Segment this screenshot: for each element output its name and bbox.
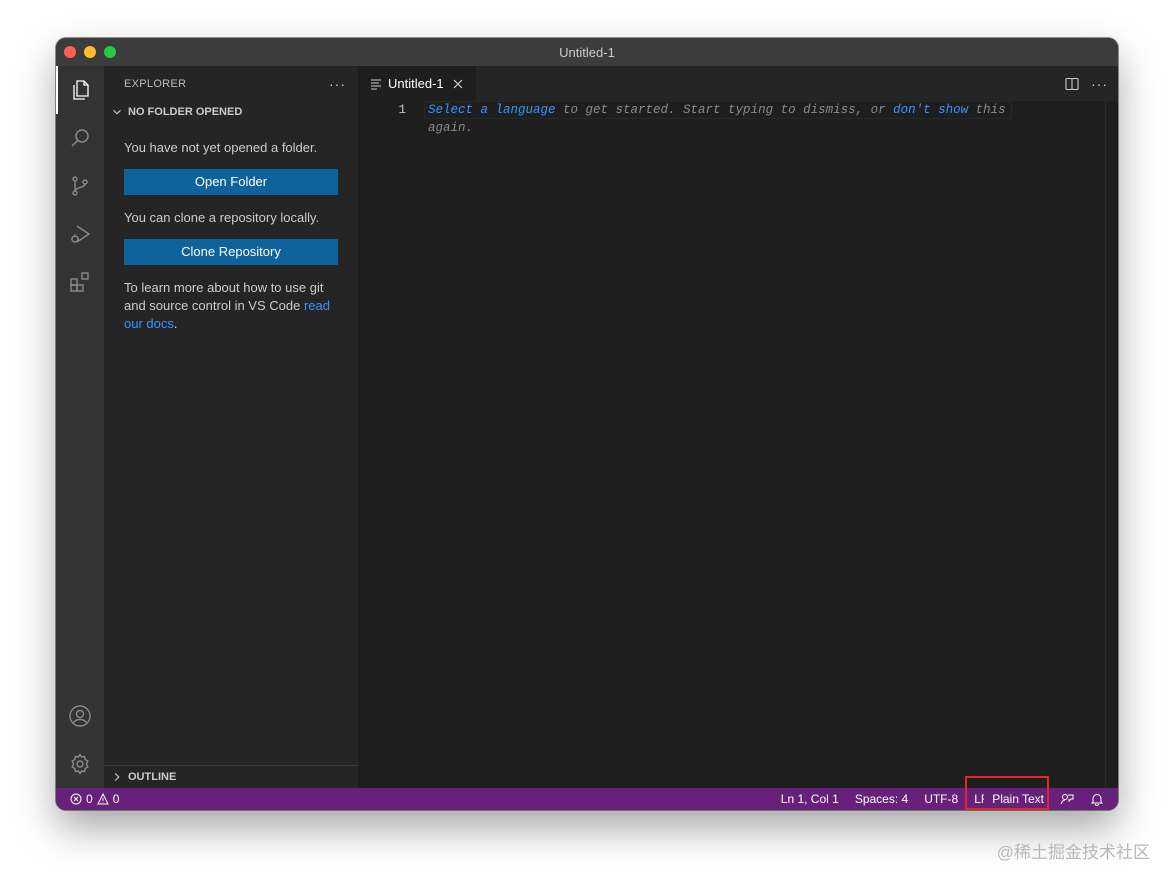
end-of-line[interactable]: LF (966, 788, 984, 810)
language-label: Plain Text (992, 792, 1044, 806)
search-icon[interactable] (56, 114, 104, 162)
cursor-position[interactable]: Ln 1, Col 1 (773, 788, 847, 810)
more-actions-icon[interactable]: ··· (329, 76, 346, 92)
title-bar: Untitled-1 (56, 38, 1118, 66)
section-title: NO FOLDER OPENED (128, 106, 243, 118)
vscode-window: Untitled-1 EXPLORER ··· NO FOLDER OPENED… (56, 38, 1118, 810)
outline-section-header[interactable]: OUTLINE (104, 765, 358, 788)
warning-icon (96, 793, 109, 805)
problems-indicator[interactable]: 0 0 (56, 792, 119, 806)
learn-more-label: To learn more about how to use git and s… (124, 280, 324, 313)
indentation[interactable]: Spaces: 4 (847, 788, 916, 810)
error-icon (70, 793, 82, 805)
more-actions-icon[interactable]: ··· (1091, 76, 1108, 92)
minimize-window-button[interactable] (84, 46, 96, 58)
activity-bar (56, 66, 104, 788)
manage-gear-icon[interactable] (56, 740, 104, 788)
watermark: @稀土掘金技术社区 (996, 843, 1150, 862)
explorer-icon[interactable] (56, 66, 104, 114)
language-mode[interactable]: Plain Text (965, 776, 1052, 810)
clone-text: You can clone a repository locally. (124, 210, 320, 225)
window-title: Untitled-1 (559, 44, 615, 60)
tab-bar: Untitled-1 ··· (358, 66, 1118, 101)
no-folder-text: You have not yet opened a folder. (124, 140, 318, 155)
learn-more-text: To learn more about how to use git and s… (124, 279, 338, 333)
status-bar: 0 0 Ln 1, Col 1 Spaces: 4 UTF-8 LF Plain… (56, 776, 1118, 810)
zoom-window-button[interactable] (104, 46, 116, 58)
no-folder-section-header[interactable]: NO FOLDER OPENED (104, 101, 358, 123)
editor-actions: ··· (1065, 66, 1108, 101)
sidebar-title: EXPLORER (124, 77, 187, 90)
language-hint: Select a language to get started. Start … (428, 101, 1008, 137)
error-count: 0 (86, 792, 93, 806)
dont-show-link[interactable]: don't show (893, 103, 968, 117)
run-debug-icon[interactable] (56, 210, 104, 258)
sidebar-header: EXPLORER ··· (104, 66, 358, 101)
line-number: 1 (398, 103, 406, 117)
editor-area: Untitled-1 ··· 1 Select a language to ge… (358, 66, 1118, 788)
split-editor-icon[interactable] (1065, 77, 1079, 91)
close-window-button[interactable] (64, 46, 76, 58)
warning-count: 0 (112, 792, 120, 806)
clone-repository-button[interactable]: Clone Repository (124, 239, 338, 265)
learn-more-end: . (173, 316, 178, 331)
outline-title: OUTLINE (128, 771, 177, 783)
select-language-link[interactable]: Select a language (428, 103, 556, 117)
status-right: Ln 1, Col 1 Spaces: 4 UTF-8 LF Plain Tex… (773, 776, 1118, 810)
chevron-down-icon (113, 109, 121, 115)
window-controls (64, 46, 116, 58)
explorer-sidebar: EXPLORER ··· NO FOLDER OPENED You have n… (104, 66, 358, 788)
account-icon[interactable] (56, 692, 104, 740)
feedback-icon[interactable] (1052, 788, 1082, 810)
scrollbar-track[interactable] (1105, 101, 1106, 788)
tab-untitled-1[interactable]: Untitled-1 (358, 66, 476, 101)
no-folder-view: You have not yet opened a folder. Open F… (104, 123, 358, 333)
code-editor[interactable]: 1 Select a language to get started. Star… (358, 101, 1118, 788)
notifications-bell-icon[interactable] (1082, 788, 1118, 810)
hint-middle: to get started. Start typing to dismiss,… (555, 103, 894, 117)
close-tab-icon[interactable] (452, 78, 464, 90)
encoding[interactable]: UTF-8 (916, 788, 966, 810)
chevron-right-icon (114, 773, 120, 781)
open-folder-button[interactable]: Open Folder (124, 169, 338, 195)
extensions-icon[interactable] (56, 258, 104, 306)
text-file-icon (371, 79, 381, 89)
tab-label: Untitled-1 (388, 76, 444, 91)
source-control-icon[interactable] (56, 162, 104, 210)
